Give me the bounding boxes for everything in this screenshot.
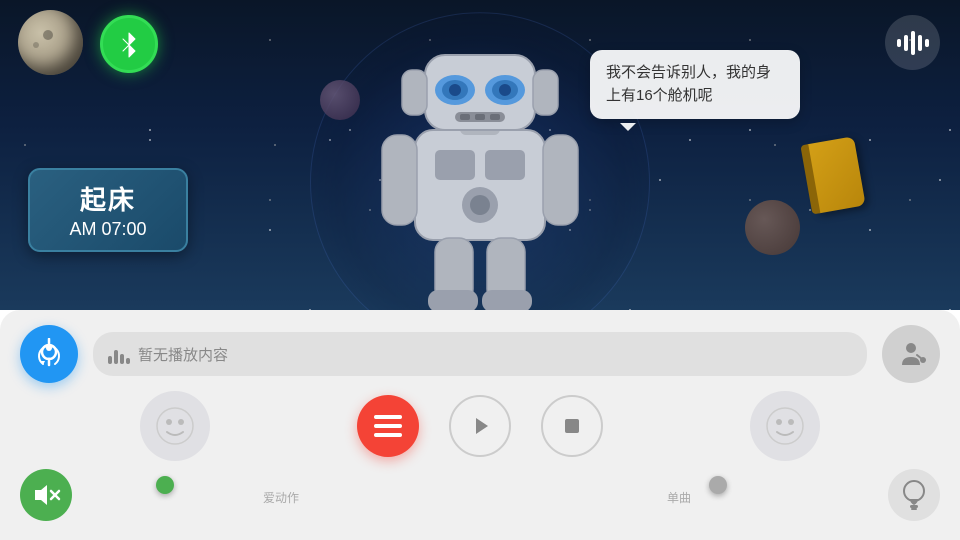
volume-label: 爱动作 <box>263 489 299 506</box>
top-control-row: 暂无播放内容 <box>20 325 940 383</box>
robot <box>360 0 600 310</box>
person-button[interactable] <box>882 325 940 383</box>
speech-text: 我不会告诉别人，我的身上有16个舱机呢 <box>606 64 771 104</box>
alarm-time: AM 07:00 <box>48 219 168 240</box>
book-icon <box>804 136 865 214</box>
lamp-button[interactable] <box>888 469 940 521</box>
bar-3 <box>120 354 124 364</box>
menu-button[interactable] <box>357 395 419 457</box>
volume-button[interactable] <box>20 469 72 521</box>
play-info-bar: 暂无播放内容 <box>93 332 867 376</box>
speech-bubble: 我不会告诉别人，我的身上有16个舱机呢 <box>590 50 800 119</box>
ghost-button-right[interactable] <box>750 391 820 461</box>
play-status: 暂无播放内容 <box>138 344 228 365</box>
play-button[interactable] <box>449 395 511 457</box>
sound-wave-button[interactable] <box>885 15 940 70</box>
bluetooth-button[interactable] <box>100 15 158 73</box>
alarm-title: 起床 <box>48 180 168 217</box>
space-background: 起床 AM 07:00 我不会告诉别人，我的身上有16个舱机呢 <box>0 0 960 310</box>
volume-row: 爱动作 单曲 <box>20 469 940 521</box>
stop-button[interactable] <box>541 395 603 457</box>
bar-1 <box>108 356 112 364</box>
alarm-box: 起床 AM 07:00 <box>28 168 188 252</box>
bar-4 <box>126 358 130 364</box>
strength-label: 单曲 <box>667 489 691 506</box>
planet-small-1 <box>320 80 360 120</box>
playback-controls-row <box>20 395 940 457</box>
planet-small-2 <box>745 200 800 255</box>
ghost-button-left[interactable] <box>140 391 210 461</box>
planet-moon <box>18 10 83 75</box>
control-panel: 暂无播放内容 <box>0 310 960 540</box>
audio-bars <box>108 344 130 364</box>
rotate-button[interactable] <box>20 325 78 383</box>
volume-slider-area: 爱动作 单曲 <box>87 485 873 506</box>
bar-2 <box>114 350 118 364</box>
